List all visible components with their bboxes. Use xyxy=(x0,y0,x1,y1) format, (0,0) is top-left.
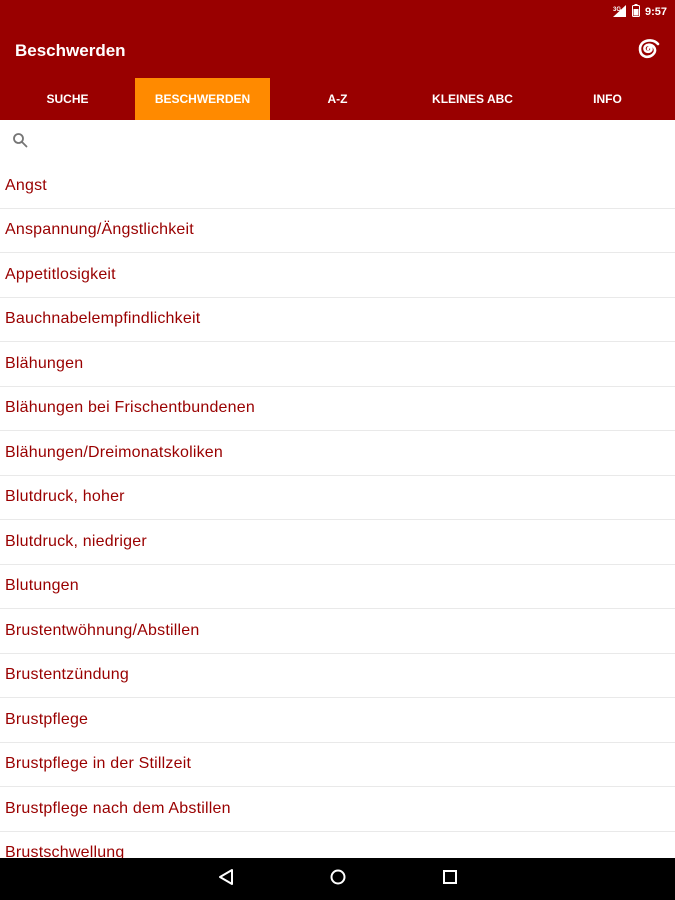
svg-text:3G: 3G xyxy=(613,7,621,13)
tab-label: INFO xyxy=(593,92,622,106)
list-item[interactable]: Anspannung/Ängstlichkeit xyxy=(0,209,675,253)
list-item[interactable]: Brustpflege in der Stillzeit xyxy=(0,743,675,787)
list-item[interactable]: Brustpflege nach dem Abstillen xyxy=(0,787,675,832)
tab-suche[interactable]: SUCHE xyxy=(0,78,135,120)
status-time: 9:57 xyxy=(644,6,667,18)
tab-bar: SUCHE BESCHWERDEN A-Z KLEINES ABC INFO xyxy=(0,78,675,120)
list-item[interactable]: Blähungen xyxy=(0,342,675,387)
tab-label: BESCHWERDEN xyxy=(154,92,251,106)
search-icon[interactable] xyxy=(12,132,28,153)
tab-kleines-abc[interactable]: KLEINES ABC xyxy=(405,78,540,120)
list-item[interactable]: Blutungen xyxy=(0,565,675,609)
complaints-list: Angst Anspannung/Ängstlichkeit Appetitlo… xyxy=(0,164,675,858)
tab-info[interactable]: INFO xyxy=(540,78,675,120)
app-title: Beschwerden xyxy=(15,41,126,60)
recents-button[interactable] xyxy=(394,858,506,900)
list-item[interactable]: Brustpflege xyxy=(0,698,675,743)
status-bar: 3G 9:57 xyxy=(0,0,675,24)
list-item[interactable]: Bauchnabelempfindlichkeit xyxy=(0,298,675,342)
list-item[interactable]: Appetitlosigkeit xyxy=(0,253,675,298)
list-item[interactable]: Blähungen/Dreimonatskoliken xyxy=(0,431,675,476)
back-icon xyxy=(217,868,235,891)
list-item[interactable]: Angst xyxy=(0,164,675,209)
list-item[interactable]: Blutdruck, niedriger xyxy=(0,520,675,565)
battery-icon xyxy=(631,4,640,20)
home-button[interactable] xyxy=(282,858,394,900)
list-item[interactable]: Blutdruck, hoher xyxy=(0,476,675,520)
back-button[interactable] xyxy=(170,858,282,900)
list-item[interactable]: Brustentzündung xyxy=(0,654,675,698)
list-item[interactable]: Brustschwellung xyxy=(0,832,675,858)
system-nav-bar xyxy=(0,858,675,900)
tab-label: A-Z xyxy=(327,92,348,106)
recents-icon xyxy=(442,869,458,890)
list-item[interactable]: Brustentwöhnung/Abstillen xyxy=(0,609,675,654)
tab-beschwerden[interactable]: BESCHWERDEN xyxy=(135,78,270,120)
spiral-button[interactable] xyxy=(631,34,665,68)
tab-label: SUCHE xyxy=(46,92,89,106)
signal-icon: 3G xyxy=(612,4,627,20)
status-icons: 3G 9:57 xyxy=(612,4,667,20)
tab-label: KLEINES ABC xyxy=(432,92,513,106)
spiral-icon xyxy=(634,35,662,68)
home-icon xyxy=(329,868,347,891)
search-bar xyxy=(0,120,675,164)
tab-a-z[interactable]: A-Z xyxy=(270,78,405,120)
screen: 3G 9:57 Beschwerden SUCHE BESCHWERDEN A-… xyxy=(0,0,675,900)
search-input[interactable] xyxy=(36,133,636,151)
app-bar: Beschwerden xyxy=(0,24,675,78)
list-item[interactable]: Blähungen bei Frischentbundenen xyxy=(0,387,675,431)
